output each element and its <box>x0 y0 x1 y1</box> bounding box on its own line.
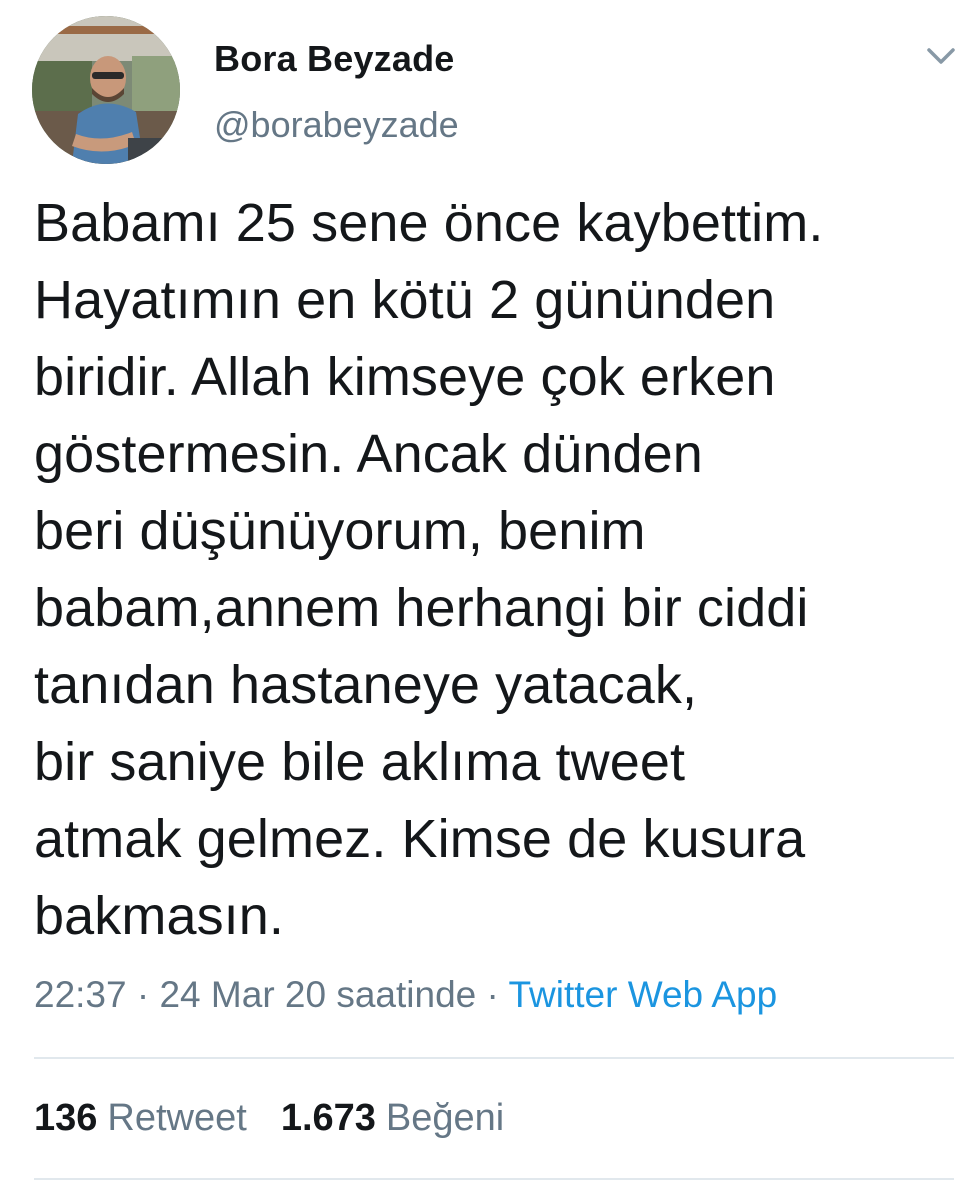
tweet-card: Bora Beyzade @borabeyzade Babamı 25 sene… <box>0 0 969 1200</box>
meta-separator: · <box>126 974 160 1015</box>
chevron-down-icon[interactable] <box>921 42 961 70</box>
retweets-count: 136 <box>34 1097 98 1139</box>
tweet-header: Bora Beyzade @borabeyzade <box>0 0 969 180</box>
divider <box>34 1057 954 1059</box>
author-handle[interactable]: @borabeyzade <box>214 104 459 146</box>
tweet-text: Babamı 25 sene önce kaybettim. Hayatımın… <box>34 193 824 946</box>
retweets-label: Retweet <box>107 1097 247 1139</box>
tweet-time[interactable]: 22:37 <box>34 974 127 1015</box>
retweets-stat[interactable]: 136 Retweet <box>34 1097 247 1140</box>
likes-label: Beğeni <box>385 1097 505 1139</box>
tweet-meta: 22:37 · 24 Mar 20 saatinde · Twitter Web… <box>34 974 777 1016</box>
tweet-stats: 136 Retweet 1.673 Beğeni <box>34 1097 504 1140</box>
tweet-date[interactable]: 24 Mar 20 saatinde <box>159 974 476 1015</box>
likes-stat[interactable]: 1.673 Beğeni <box>281 1097 504 1140</box>
likes-count: 1.673 <box>280 1097 376 1139</box>
divider <box>34 1178 954 1180</box>
avatar[interactable] <box>32 16 180 164</box>
author-display-name[interactable]: Bora Beyzade <box>214 38 455 80</box>
tweet-source-link[interactable]: Twitter Web App <box>508 974 777 1015</box>
meta-separator: · <box>476 974 509 1015</box>
profile-photo-icon <box>32 16 180 164</box>
